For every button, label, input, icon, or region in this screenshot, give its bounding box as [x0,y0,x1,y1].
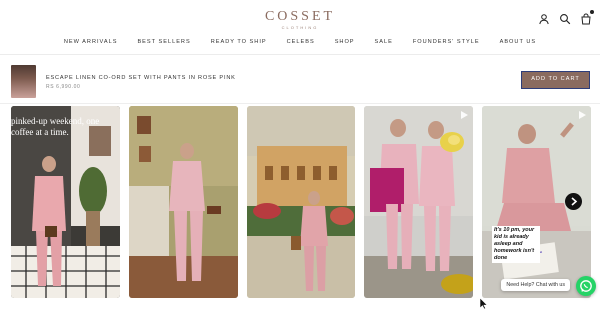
carousel-next-button[interactable] [565,193,582,210]
whatsapp-icon [580,280,592,292]
header-divider [0,54,600,55]
nav-shop[interactable]: SHOP [335,39,355,45]
brand-tagline: CLOTHING [281,25,319,30]
header-icons [538,10,594,25]
search-icon[interactable] [559,12,571,25]
video-card[interactable] [364,106,473,298]
video-card[interactable] [247,106,355,298]
play-icon [579,111,586,119]
video-caption: It's 10 pm, your kid is already asleep a… [492,226,540,263]
main-nav: NEW ARRIVALS BEST SELLERS READY TO SHIP … [0,39,600,45]
page: COSSET CLOTHING NEW ARRIVALS BEST SELLER… [0,0,600,310]
video-card[interactable] [129,106,238,298]
product-price: RS 6,990.00 [46,84,81,90]
nav-new-arrivals[interactable]: NEW ARRIVALS [64,39,118,45]
nav-best-sellers[interactable]: BEST SELLERS [137,39,190,45]
nav-about-us[interactable]: ABOUT US [500,39,537,45]
video-carousel: pinked-up weekend, one coffee at a time. [0,106,600,298]
account-icon[interactable] [538,12,550,25]
mouse-cursor-icon [480,298,488,309]
site-header: COSSET CLOTHING NEW ARRIVALS BEST SELLER… [0,0,600,54]
video-thumbnail [364,106,473,298]
cart-icon[interactable] [580,10,594,25]
chevron-right-icon [571,197,578,206]
nav-ready-to-ship[interactable]: READY TO SHIP [211,39,267,45]
nav-founders-style[interactable]: FOUNDERS' STYLE [413,39,480,45]
brand-name: COSSET [264,9,336,24]
nav-sale[interactable]: SALE [375,39,393,45]
chat-help-label[interactable]: Need Help? Chat with us [501,279,570,291]
video-thumbnail [129,106,238,298]
nav-celebs[interactable]: CELEBS [287,39,315,45]
video-caption: pinked-up weekend, one coffee at a time. [11,116,100,137]
play-icon [461,111,468,119]
product-title: ESCAPE LINEN CO-ORD SET WITH PANTS IN RO… [46,75,236,81]
sticky-add-to-cart-bar: ESCAPE LINEN CO-ORD SET WITH PANTS IN RO… [0,58,600,104]
product-thumbnail [11,65,36,98]
add-to-cart-button[interactable]: ADD TO CART [521,71,590,89]
video-thumbnail [247,106,355,298]
cart-count-badge [590,10,594,14]
whatsapp-button[interactable] [576,276,596,296]
brand-logo[interactable]: COSSET CLOTHING [0,9,600,31]
video-card[interactable]: pinked-up weekend, one coffee at a time. [11,106,120,298]
